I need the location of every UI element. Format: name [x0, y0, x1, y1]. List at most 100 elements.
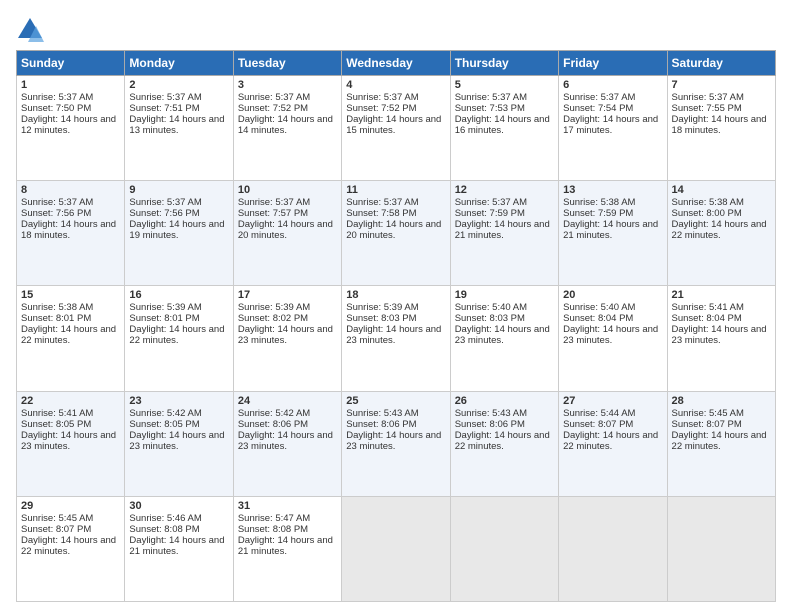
- sunrise-label: Sunrise: 5:37 AM: [21, 92, 93, 103]
- day-number: 3: [238, 79, 337, 91]
- calendar-header-row: SundayMondayTuesdayWednesdayThursdayFrid…: [17, 51, 776, 76]
- sunrise-label: Sunrise: 5:40 AM: [563, 302, 635, 313]
- calendar-cell: 18Sunrise: 5:39 AMSunset: 8:03 PMDayligh…: [342, 286, 450, 391]
- day-number: 16: [129, 289, 228, 301]
- sunset-label: Sunset: 8:06 PM: [346, 419, 416, 430]
- sunset-label: Sunset: 8:06 PM: [455, 419, 525, 430]
- header: [16, 12, 776, 44]
- calendar-week-row: 1Sunrise: 5:37 AMSunset: 7:50 PMDaylight…: [17, 76, 776, 181]
- calendar-cell: 10Sunrise: 5:37 AMSunset: 7:57 PMDayligh…: [233, 181, 341, 286]
- daylight-label: Daylight: 14 hours and 15 minutes.: [346, 114, 441, 136]
- daylight-label: Daylight: 14 hours and 13 minutes.: [129, 114, 224, 136]
- day-number: 28: [672, 395, 771, 407]
- sunrise-label: Sunrise: 5:45 AM: [21, 513, 93, 524]
- calendar-cell: 8Sunrise: 5:37 AMSunset: 7:56 PMDaylight…: [17, 181, 125, 286]
- sunrise-label: Sunrise: 5:42 AM: [238, 408, 310, 419]
- calendar-cell: [667, 496, 775, 601]
- day-number: 23: [129, 395, 228, 407]
- sunset-label: Sunset: 7:54 PM: [563, 103, 633, 114]
- day-number: 22: [21, 395, 120, 407]
- day-number: 10: [238, 184, 337, 196]
- sunset-label: Sunset: 7:53 PM: [455, 103, 525, 114]
- daylight-label: Daylight: 14 hours and 22 minutes.: [21, 535, 116, 557]
- sunrise-label: Sunrise: 5:42 AM: [129, 408, 201, 419]
- calendar-cell: 14Sunrise: 5:38 AMSunset: 8:00 PMDayligh…: [667, 181, 775, 286]
- sunrise-label: Sunrise: 5:37 AM: [563, 92, 635, 103]
- sunrise-label: Sunrise: 5:43 AM: [455, 408, 527, 419]
- sunrise-label: Sunrise: 5:44 AM: [563, 408, 635, 419]
- sunrise-label: Sunrise: 5:38 AM: [563, 197, 635, 208]
- daylight-label: Daylight: 14 hours and 23 minutes.: [238, 324, 333, 346]
- sunrise-label: Sunrise: 5:38 AM: [21, 302, 93, 313]
- daylight-label: Daylight: 14 hours and 14 minutes.: [238, 114, 333, 136]
- day-number: 14: [672, 184, 771, 196]
- sunset-label: Sunset: 8:05 PM: [129, 419, 199, 430]
- sunrise-label: Sunrise: 5:37 AM: [21, 197, 93, 208]
- day-number: 18: [346, 289, 445, 301]
- daylight-label: Daylight: 14 hours and 12 minutes.: [21, 114, 116, 136]
- calendar-cell: 4Sunrise: 5:37 AMSunset: 7:52 PMDaylight…: [342, 76, 450, 181]
- calendar-cell: [559, 496, 667, 601]
- sunset-label: Sunset: 7:56 PM: [129, 208, 199, 219]
- sunrise-label: Sunrise: 5:37 AM: [672, 92, 744, 103]
- day-number: 5: [455, 79, 554, 91]
- day-number: 2: [129, 79, 228, 91]
- daylight-label: Daylight: 14 hours and 21 minutes.: [563, 219, 658, 241]
- calendar-cell: 25Sunrise: 5:43 AMSunset: 8:06 PMDayligh…: [342, 391, 450, 496]
- daylight-label: Daylight: 14 hours and 22 minutes.: [672, 219, 767, 241]
- calendar-cell: 5Sunrise: 5:37 AMSunset: 7:53 PMDaylight…: [450, 76, 558, 181]
- sunrise-label: Sunrise: 5:46 AM: [129, 513, 201, 524]
- sunrise-label: Sunrise: 5:37 AM: [346, 92, 418, 103]
- calendar-cell: 19Sunrise: 5:40 AMSunset: 8:03 PMDayligh…: [450, 286, 558, 391]
- sunrise-label: Sunrise: 5:47 AM: [238, 513, 310, 524]
- day-number: 1: [21, 79, 120, 91]
- daylight-label: Daylight: 14 hours and 23 minutes.: [346, 324, 441, 346]
- sunrise-label: Sunrise: 5:37 AM: [455, 197, 527, 208]
- sunset-label: Sunset: 8:02 PM: [238, 313, 308, 324]
- sunset-label: Sunset: 8:07 PM: [21, 524, 91, 535]
- sunset-label: Sunset: 7:57 PM: [238, 208, 308, 219]
- day-number: 24: [238, 395, 337, 407]
- sunset-label: Sunset: 8:06 PM: [238, 419, 308, 430]
- sunset-label: Sunset: 7:52 PM: [238, 103, 308, 114]
- calendar-cell: 12Sunrise: 5:37 AMSunset: 7:59 PMDayligh…: [450, 181, 558, 286]
- daylight-label: Daylight: 14 hours and 20 minutes.: [346, 219, 441, 241]
- day-number: 15: [21, 289, 120, 301]
- sunset-label: Sunset: 8:04 PM: [672, 313, 742, 324]
- calendar-cell: 31Sunrise: 5:47 AMSunset: 8:08 PMDayligh…: [233, 496, 341, 601]
- calendar-cell: 13Sunrise: 5:38 AMSunset: 7:59 PMDayligh…: [559, 181, 667, 286]
- sunset-label: Sunset: 7:59 PM: [563, 208, 633, 219]
- sunset-label: Sunset: 7:59 PM: [455, 208, 525, 219]
- sunset-label: Sunset: 8:04 PM: [563, 313, 633, 324]
- daylight-label: Daylight: 14 hours and 17 minutes.: [563, 114, 658, 136]
- day-number: 25: [346, 395, 445, 407]
- weekday-header: Friday: [559, 51, 667, 76]
- day-number: 27: [563, 395, 662, 407]
- sunrise-label: Sunrise: 5:39 AM: [129, 302, 201, 313]
- sunrise-label: Sunrise: 5:39 AM: [238, 302, 310, 313]
- calendar-cell: 7Sunrise: 5:37 AMSunset: 7:55 PMDaylight…: [667, 76, 775, 181]
- sunset-label: Sunset: 8:07 PM: [672, 419, 742, 430]
- calendar-cell: 6Sunrise: 5:37 AMSunset: 7:54 PMDaylight…: [559, 76, 667, 181]
- daylight-label: Daylight: 14 hours and 16 minutes.: [455, 114, 550, 136]
- sunset-label: Sunset: 8:03 PM: [346, 313, 416, 324]
- day-number: 31: [238, 500, 337, 512]
- daylight-label: Daylight: 14 hours and 22 minutes.: [455, 430, 550, 452]
- calendar-week-row: 8Sunrise: 5:37 AMSunset: 7:56 PMDaylight…: [17, 181, 776, 286]
- calendar-week-row: 22Sunrise: 5:41 AMSunset: 8:05 PMDayligh…: [17, 391, 776, 496]
- logo: [16, 16, 48, 44]
- daylight-label: Daylight: 14 hours and 21 minutes.: [238, 535, 333, 557]
- sunset-label: Sunset: 8:08 PM: [129, 524, 199, 535]
- day-number: 26: [455, 395, 554, 407]
- calendar: SundayMondayTuesdayWednesdayThursdayFrid…: [16, 50, 776, 602]
- sunset-label: Sunset: 7:51 PM: [129, 103, 199, 114]
- sunset-label: Sunset: 7:56 PM: [21, 208, 91, 219]
- sunset-label: Sunset: 8:01 PM: [129, 313, 199, 324]
- page: SundayMondayTuesdayWednesdayThursdayFrid…: [0, 0, 792, 612]
- sunrise-label: Sunrise: 5:37 AM: [346, 197, 418, 208]
- sunset-label: Sunset: 8:08 PM: [238, 524, 308, 535]
- sunrise-label: Sunrise: 5:41 AM: [672, 302, 744, 313]
- daylight-label: Daylight: 14 hours and 19 minutes.: [129, 219, 224, 241]
- day-number: 6: [563, 79, 662, 91]
- calendar-cell: 11Sunrise: 5:37 AMSunset: 7:58 PMDayligh…: [342, 181, 450, 286]
